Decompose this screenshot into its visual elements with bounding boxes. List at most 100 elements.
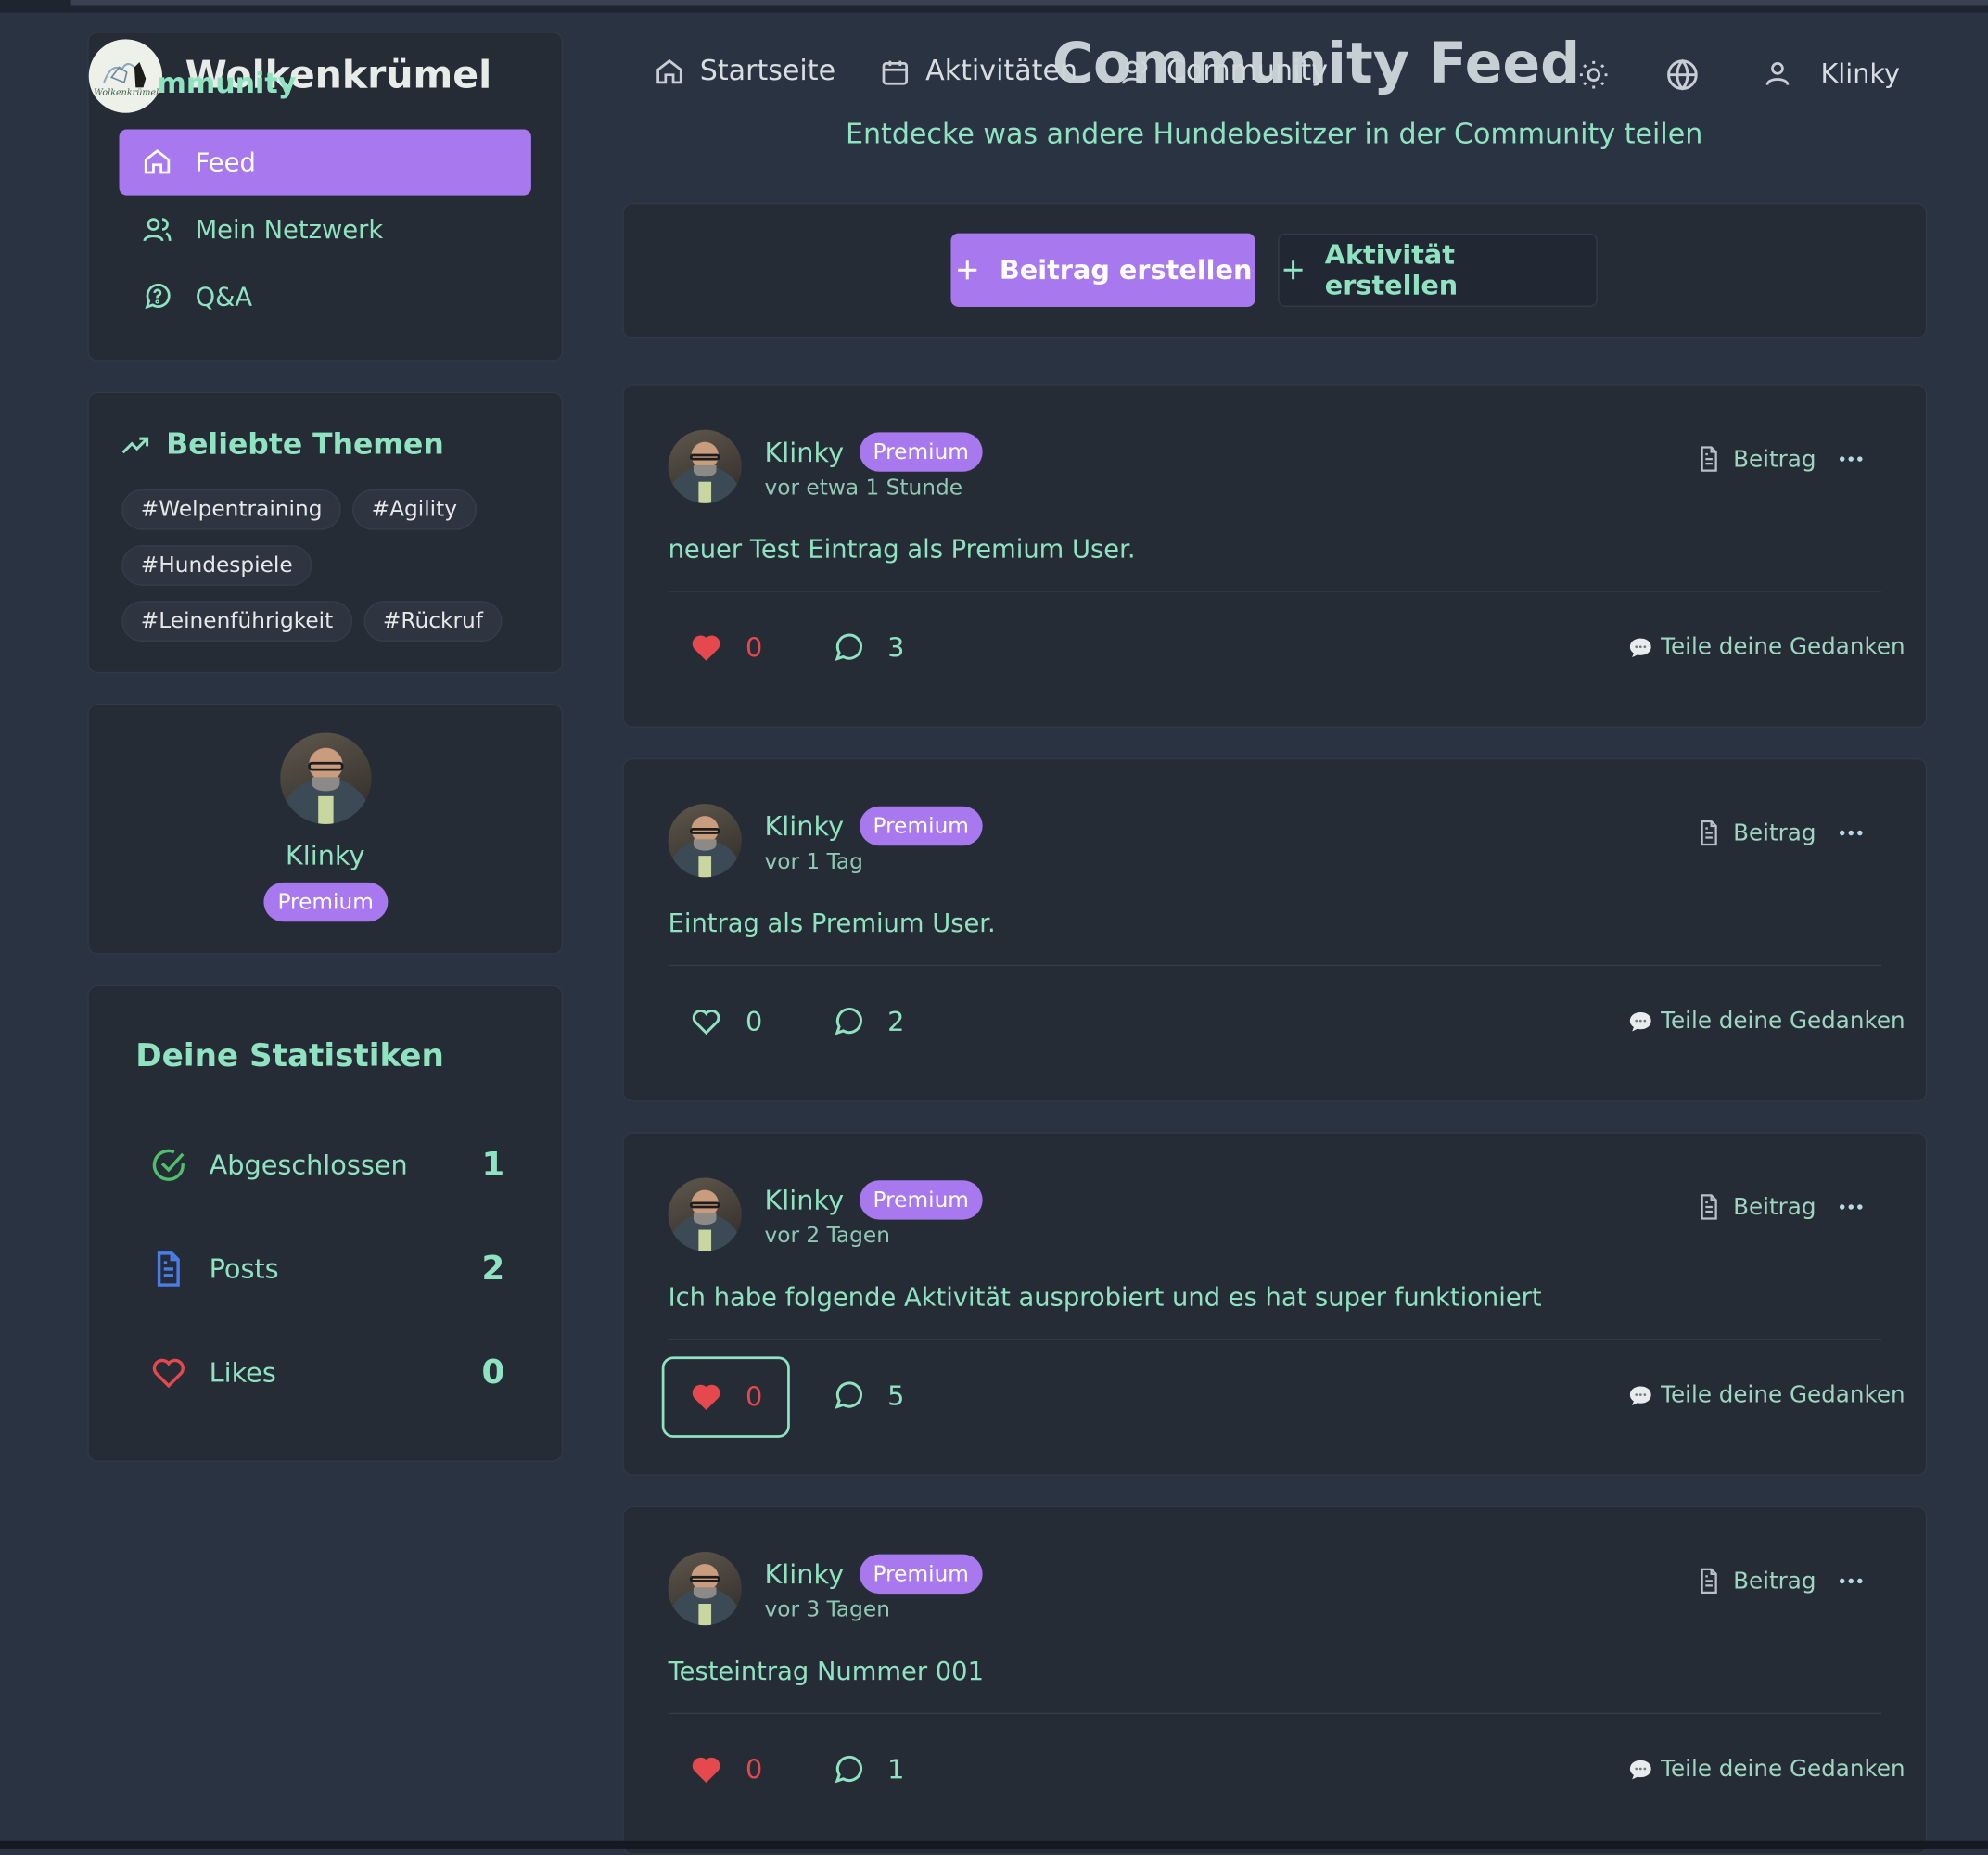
post-author[interactable]: Klinky Premium: [764, 432, 983, 472]
share-thoughts-link[interactable]: Teile deine Gedanken: [1628, 1382, 1905, 1408]
avatar[interactable]: [668, 429, 742, 503]
like-count: 0: [745, 1754, 763, 1785]
comment-count: 2: [887, 1006, 905, 1037]
heart-icon: [152, 1358, 185, 1389]
heart-outline-icon: [692, 1009, 720, 1035]
theme-toggle[interactable]: [1577, 58, 1611, 92]
post-text: Eintrag als Premium User.: [668, 908, 996, 939]
create-activity-button[interactable]: Aktivität erstellen: [1278, 233, 1598, 307]
premium-badge: Premium: [859, 1180, 983, 1220]
comment-count: 5: [887, 1380, 905, 1412]
post-author[interactable]: Klinky Premium: [764, 1180, 983, 1220]
nav-aktivitaeten[interactable]: Aktivitäten: [880, 56, 1077, 87]
document-icon: [157, 1251, 180, 1287]
topic-tag[interactable]: #Leinenführigkeit: [121, 601, 352, 642]
more-icon: [1839, 456, 1863, 462]
document-icon: [1701, 446, 1717, 472]
post-time: vor 2 Tagen: [764, 1223, 890, 1250]
stat-posts: Posts 2: [149, 1250, 504, 1288]
brand-logo[interactable]: Wolkenkrümel: [88, 39, 163, 113]
share-thoughts-link[interactable]: Teile deine Gedanken: [1628, 1756, 1905, 1783]
like-button[interactable]: 0: [690, 1006, 762, 1039]
like-button[interactable]: 0: [661, 1356, 791, 1438]
topic-tag[interactable]: #Hundespiele: [121, 545, 312, 586]
post-time: vor 1 Tag: [764, 849, 863, 875]
topic-tag[interactable]: #Agility: [352, 489, 477, 530]
avatar[interactable]: [668, 1177, 742, 1251]
speech-bubble-icon: [1629, 637, 1651, 657]
post-divider: [668, 1339, 1882, 1340]
action-bar: [622, 202, 1928, 339]
comment-icon: [835, 1008, 863, 1035]
document-icon: [1701, 820, 1717, 846]
post-author[interactable]: Klinky Premium: [764, 806, 983, 846]
like-button[interactable]: 0: [690, 1753, 762, 1786]
sidebar-item-label: Q&A: [195, 281, 253, 312]
comment-icon: [835, 1381, 863, 1409]
comment-count: 3: [887, 632, 905, 664]
more-options-button[interactable]: [1836, 1566, 1867, 1596]
window-bottom-bar: [0, 1840, 1988, 1849]
more-options-button[interactable]: [1836, 818, 1867, 848]
sidebar-item-network[interactable]: Mein Netzwerk: [120, 197, 531, 262]
comment-icon: [835, 633, 863, 662]
premium-badge: Premium: [859, 432, 983, 472]
check-circle-icon: [152, 1149, 185, 1181]
share-thoughts-link[interactable]: Teile deine Gedanken: [1628, 634, 1905, 661]
stat-value: 1: [481, 1146, 505, 1185]
document-icon: [1701, 1568, 1717, 1595]
post-text: neuer Test Eintrag als Premium User.: [668, 533, 1136, 565]
more-icon: [1839, 830, 1863, 836]
avatar[interactable]: [668, 1551, 742, 1626]
like-count: 0: [745, 1381, 763, 1413]
premium-badge: Premium: [859, 1554, 983, 1595]
window-top-bar: [0, 0, 1988, 13]
comment-icon: [835, 1755, 863, 1784]
trending-up-icon: [121, 437, 149, 454]
stat-value: 2: [481, 1250, 505, 1289]
post-divider: [668, 964, 1882, 967]
comment-button[interactable]: 1: [832, 1753, 904, 1786]
brand-logo-text: Wolkenkrümel: [94, 87, 159, 98]
speech-bubble-icon: [1629, 1011, 1651, 1031]
calendar-icon: [882, 59, 908, 84]
sidebar-item-label: Feed: [195, 146, 256, 178]
comment-button[interactable]: 2: [832, 1006, 904, 1039]
post-author[interactable]: Klinky Premium: [764, 1554, 983, 1595]
nav-startseite[interactable]: Startseite: [655, 56, 835, 87]
avatar[interactable]: [280, 732, 372, 824]
comment-button[interactable]: 5: [832, 1379, 904, 1413]
users-icon: [143, 218, 172, 242]
more-options-button[interactable]: [1836, 1192, 1867, 1223]
topics-title: Beliebte Themen: [121, 428, 444, 462]
speech-bubble-icon: [1629, 1385, 1651, 1405]
page-title: Community Feed: [1051, 32, 1581, 96]
heart-icon: [692, 635, 720, 661]
more-options-button[interactable]: [1836, 444, 1867, 475]
premium-badge: Premium: [859, 806, 983, 846]
like-count: 0: [745, 1006, 763, 1037]
profile-name: Klinky: [285, 840, 365, 871]
post-type: Beitrag: [1695, 1193, 1816, 1221]
topic-tag[interactable]: #Rückruf: [363, 601, 503, 642]
user-menu[interactable]: Klinky: [1763, 58, 1900, 89]
share-thoughts-link[interactable]: Teile deine Gedanken: [1628, 1008, 1905, 1035]
stats-title: Deine Statistiken: [135, 1036, 444, 1074]
post-type: Beitrag: [1695, 1567, 1816, 1595]
like-button[interactable]: 0: [690, 631, 762, 665]
post-text: Ich habe folgende Aktivität ausprobiert …: [668, 1281, 1542, 1313]
comment-button[interactable]: 3: [832, 631, 904, 665]
topic-tag[interactable]: #Welpentraining: [121, 489, 341, 530]
sidebar-item-qa[interactable]: Q&A: [120, 263, 531, 329]
avatar[interactable]: [668, 804, 742, 878]
document-icon: [1701, 1194, 1717, 1220]
home-icon: [144, 149, 171, 174]
plus-icon: [1283, 260, 1303, 280]
home-icon: [656, 58, 682, 83]
speech-bubble-icon: [1629, 1760, 1651, 1779]
language-button[interactable]: [1666, 58, 1700, 92]
create-post-button[interactable]: Beitrag erstellen: [950, 233, 1255, 307]
post-divider: [668, 1712, 1882, 1714]
post-type: Beitrag: [1695, 445, 1816, 473]
post-time: vor 3 Tagen: [764, 1597, 890, 1623]
